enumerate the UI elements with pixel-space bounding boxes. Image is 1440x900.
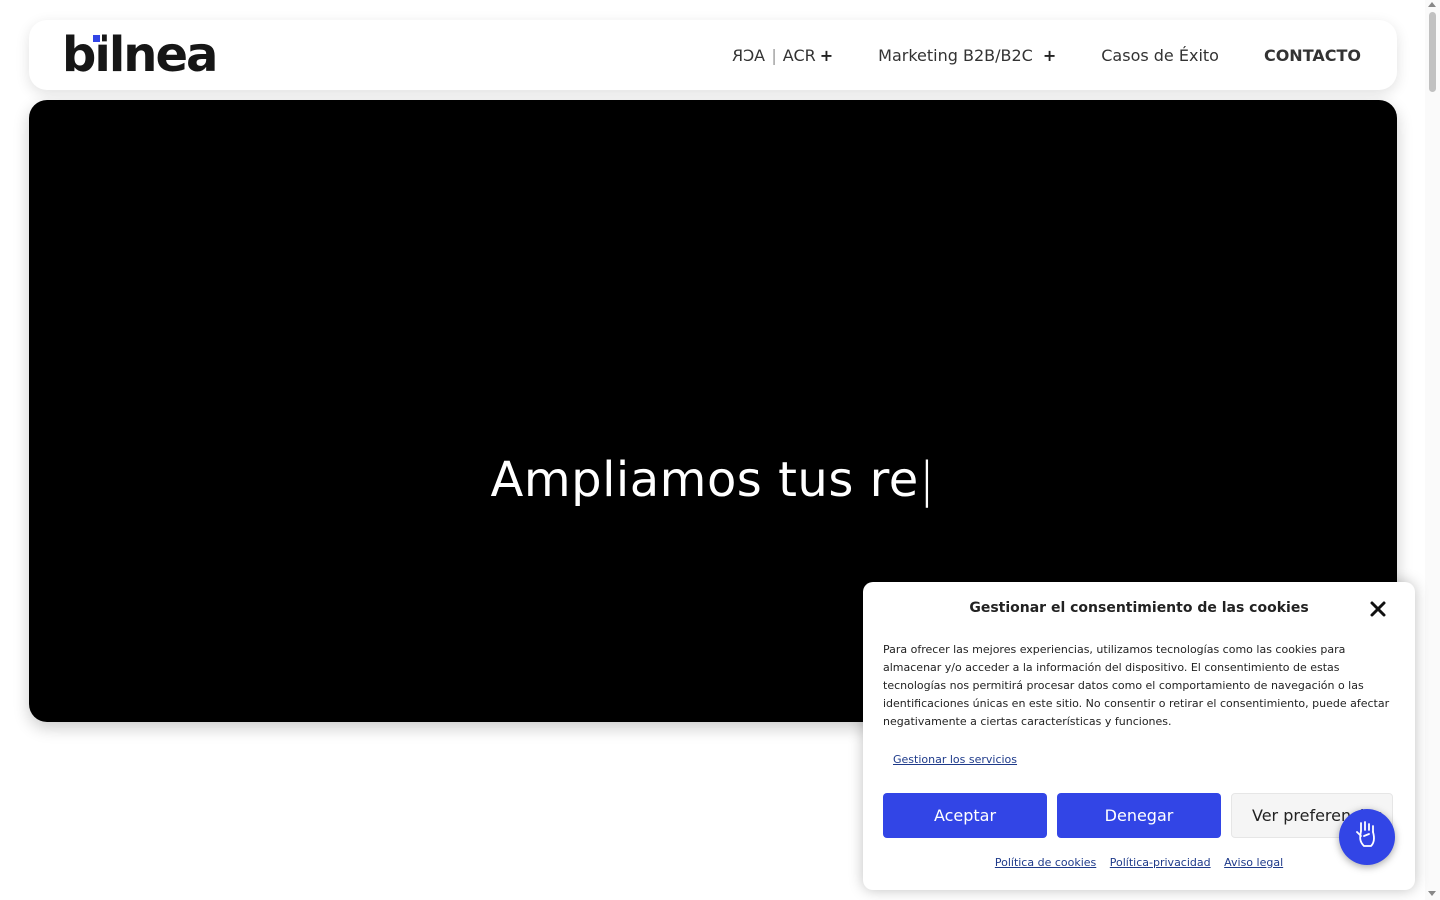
logo-text: bilnea <box>62 27 218 83</box>
cookie-description: Para ofrecer las mejores experiencias, u… <box>883 643 1390 728</box>
nav-acr-label: ACR <box>782 45 816 65</box>
legal-notice-link[interactable]: Aviso legal <box>1224 856 1283 869</box>
scroll-up-icon[interactable] <box>1428 2 1436 7</box>
scroll-down-icon[interactable] <box>1428 891 1436 896</box>
scroll-thumb[interactable] <box>1429 12 1436 92</box>
close-icon[interactable] <box>1368 599 1388 619</box>
nav-casos-label: Casos de Éxito <box>1101 45 1219 65</box>
manage-services-link[interactable]: Gestionar los servicios <box>893 753 1017 766</box>
nav-marketing-label: Marketing B2B/B2C <box>878 45 1033 65</box>
bilnea-logo[interactable]: bilnea <box>62 31 218 79</box>
nav-item-acr[interactable]: ACR | ACR + <box>732 46 833 65</box>
cookie-policy-links: Política de cookies Política-privacidad … <box>863 856 1415 869</box>
typing-cursor: | <box>918 452 936 508</box>
hero-headline: Ampliamos tus re| <box>29 452 1397 508</box>
main-nav: ACR | ACR + Marketing B2B/B2C + Casos de… <box>732 20 1361 90</box>
cookie-policy-link[interactable]: Política de cookies <box>995 856 1096 869</box>
nav-marketing-plus-icon: + <box>1042 45 1057 65</box>
site-header: bilnea ACR | ACR + Marketing B2B/B2C + C… <box>29 20 1397 90</box>
sign-language-icon <box>1352 819 1382 855</box>
privacy-policy-link[interactable]: Política-privacidad <box>1110 856 1211 869</box>
nav-contacto-label: CONTACTO <box>1263 45 1361 65</box>
nav-acr-mirrored: ACR <box>732 45 766 65</box>
cookie-title: Gestionar el consentimiento de las cooki… <box>969 600 1309 616</box>
deny-button[interactable]: Denegar <box>1057 793 1221 838</box>
nav-acr-plus-icon: + <box>819 45 834 65</box>
logo-dot <box>93 35 100 42</box>
hero-typed-text: Ampliamos tus re <box>490 452 919 508</box>
nav-acr-separator: | <box>771 45 777 65</box>
nav-item-casos[interactable]: Casos de Éxito <box>1101 46 1219 65</box>
nav-item-contacto[interactable]: CONTACTO <box>1264 46 1361 65</box>
page-scrollbar[interactable] <box>1425 0 1440 900</box>
cookie-consent-dialog: Gestionar el consentimiento de las cooki… <box>863 582 1415 890</box>
accessibility-button[interactable] <box>1339 809 1395 865</box>
nav-item-marketing[interactable]: Marketing B2B/B2C + <box>878 46 1056 65</box>
accept-button[interactable]: Aceptar <box>883 793 1047 838</box>
